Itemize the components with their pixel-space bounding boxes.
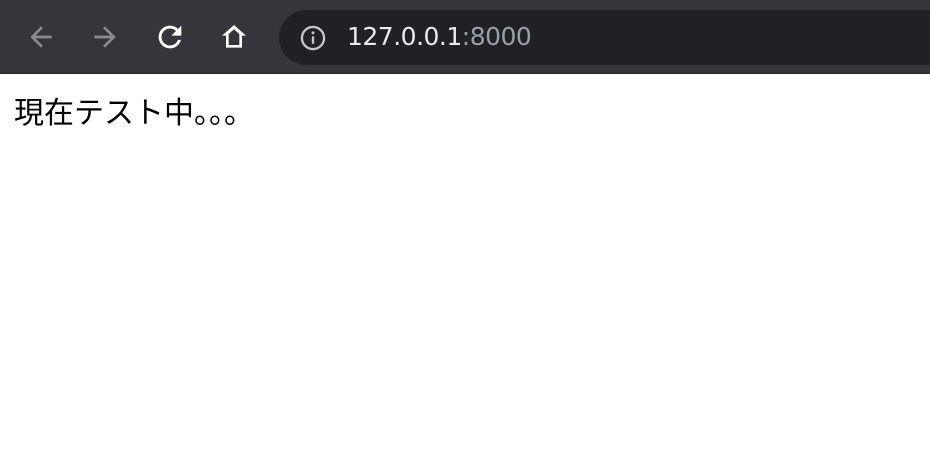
toolbar-content: 127.0.0.1:8000 bbox=[0, 0, 930, 74]
back-button[interactable] bbox=[17, 13, 65, 61]
browser-toolbar: 127.0.0.1:8000 bbox=[0, 0, 930, 74]
back-arrow-icon bbox=[30, 26, 52, 48]
forward-arrow-icon bbox=[94, 26, 116, 48]
url-port: :8000 bbox=[461, 22, 532, 51]
reload-icon bbox=[158, 25, 182, 49]
page-message: 現在テスト中。。。 bbox=[14, 96, 254, 131]
home-icon bbox=[222, 25, 246, 48]
url-host: 127.0.0.1 bbox=[347, 22, 462, 51]
url-text[interactable]: 127.0.0.1:8000 bbox=[347, 22, 532, 52]
reload-button[interactable] bbox=[146, 13, 194, 61]
address-bar[interactable]: 127.0.0.1:8000 bbox=[279, 10, 930, 65]
forward-button[interactable] bbox=[81, 13, 129, 61]
info-icon[interactable] bbox=[299, 24, 327, 52]
page-content: 現在テスト中。。。 bbox=[0, 74, 930, 466]
home-button[interactable] bbox=[210, 13, 258, 61]
